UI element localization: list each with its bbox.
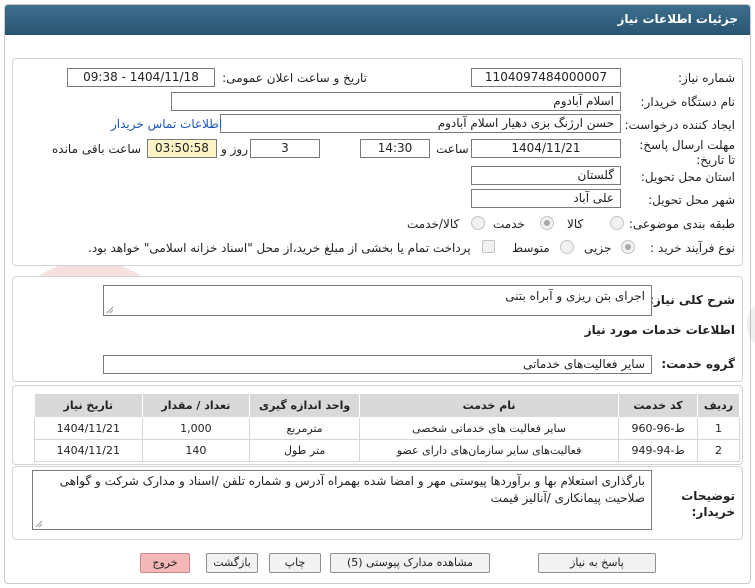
col-header-quantity: تعداد / مقدار <box>141 393 251 418</box>
process-radio-medium[interactable] <box>560 240 574 254</box>
cell-quantity: 1,000 <box>141 417 251 440</box>
cell-service-code: ط-96-960 <box>618 417 699 440</box>
reply-button[interactable]: پاسخ به نیاز <box>538 553 656 573</box>
col-header-service-code: کد خدمت <box>618 393 699 418</box>
services-info-heading: اطلاعات خدمات مورد نیاز <box>584 323 735 337</box>
requester-field: حسن ارژنگ بزی دهیار اسلام آبادوم <box>220 114 621 133</box>
resize-grip-icon[interactable] <box>35 520 43 528</box>
buyer-notes-field: بارگذاری استعلام بها و برآوردها پیوستی م… <box>32 470 652 530</box>
deadline-time-label: ساعت <box>436 142 469 156</box>
remaining-label: ساعت باقی مانده <box>52 142 142 156</box>
cell-need-date: 1404/11/21 <box>34 417 143 440</box>
process-radio-minor[interactable] <box>621 240 635 254</box>
requester-label: ایجاد کننده درخواست: <box>624 118 735 132</box>
col-header-row-number: ردیف <box>697 393 740 418</box>
cell-service-code: ط-94-949 <box>618 439 699 462</box>
day-and-label: روز و <box>221 142 248 156</box>
resize-grip-icon[interactable] <box>106 306 114 314</box>
process-option-medium: متوسط <box>512 241 550 255</box>
category-option-goods: کالا <box>567 217 584 231</box>
category-label: طبقه بندی موضوعی: <box>628 217 735 231</box>
cell-service-name: فعالیت‌های سایر سازمان‌های دارای عضو <box>359 439 620 462</box>
category-radio-goods[interactable] <box>610 216 624 230</box>
window-title: جزئیات اطلاعات نیاز <box>5 5 750 35</box>
payment-note: پرداخت تمام یا بخشی از مبلغ خرید،از محل … <box>88 241 471 255</box>
need-number-label: شماره نیاز: <box>678 71 735 85</box>
category-radio-service[interactable] <box>540 216 554 230</box>
view-attachments-button[interactable]: مشاهده مدارک پیوستی (5) <box>330 553 490 573</box>
service-group-field: سایر فعالیت‌های خدماتی <box>103 355 652 374</box>
cell-row-number: 1 <box>697 417 740 440</box>
deadline-date-field: 1404/11/21 <box>471 139 621 158</box>
table-row: 1 ط-96-960 سایر فعالیت های خدماتی شخصی م… <box>34 417 740 440</box>
services-table: ردیف کد خدمت نام خدمت واحد اندازه گیری ت… <box>34 393 740 462</box>
deadline-time-field: 14:30 <box>360 139 430 158</box>
col-header-service-name: نام خدمت <box>359 393 620 418</box>
buyer-notes-label: توضیحات خریدار: <box>681 489 735 519</box>
buyer-org-label: نام دستگاه خریدار: <box>640 95 736 109</box>
cell-row-number: 2 <box>697 439 740 462</box>
table-row: 2 ط-94-949 فعالیت‌های سایر سازمان‌های دا… <box>34 439 740 462</box>
cell-quantity: 140 <box>141 439 251 462</box>
back-button[interactable]: بازگشت <box>206 553 258 573</box>
process-type-label: نوع فرآیند خرید : <box>650 241 735 255</box>
category-option-goods-service: کالا/خدمت <box>407 217 460 231</box>
province-field: گلستان <box>471 166 621 185</box>
announce-datetime-label: تاریخ و ساعت اعلان عمومی: <box>222 71 367 85</box>
general-desc-label: شرح کلی نیاز: <box>649 293 735 307</box>
days-remaining-field: 3 <box>250 139 320 158</box>
general-desc-field: اجرای بتن ریزی و آبراه بتنی <box>103 285 652 316</box>
service-group-label: گروه خدمت: <box>661 357 735 371</box>
info-panel <box>12 58 743 266</box>
category-radio-goods-service[interactable] <box>471 216 485 230</box>
announce-datetime-field: 1404/11/18 - 09:38 <box>67 68 215 87</box>
payment-checkbox[interactable] <box>482 240 495 253</box>
col-header-unit: واحد اندازه گیری <box>249 393 361 418</box>
time-remaining-field: 03:50:58 <box>147 139 217 158</box>
city-label: شهر محل تحویل: <box>648 193 735 207</box>
exit-button[interactable]: خروج <box>140 553 190 573</box>
process-option-minor: جزیی <box>584 241 612 255</box>
cell-unit: مترمربع <box>249 417 361 440</box>
province-label: استان محل تحویل: <box>640 170 735 184</box>
category-option-service: خدمت <box>493 217 525 231</box>
col-header-need-date: تاریخ نیاز <box>34 393 143 418</box>
buyer-contact-link[interactable]: اطلاعات تماس خریدار <box>111 117 222 131</box>
buyer-org-field: اسلام آبادوم <box>171 92 621 111</box>
print-button[interactable]: چاپ <box>269 553 321 573</box>
city-field: علی آباد <box>471 189 621 208</box>
need-number-field: 1104097484000007 <box>471 68 621 87</box>
cell-need-date: 1404/11/21 <box>34 439 143 462</box>
table-header-row: ردیف کد خدمت نام خدمت واحد اندازه گیری ت… <box>34 393 740 418</box>
cell-unit: متر طول <box>249 439 361 462</box>
cell-service-name: سایر فعالیت های خدماتی شخصی <box>359 417 620 440</box>
deadline-label: مهلت ارسال پاسخ: تا تاریخ: <box>639 138 735 167</box>
